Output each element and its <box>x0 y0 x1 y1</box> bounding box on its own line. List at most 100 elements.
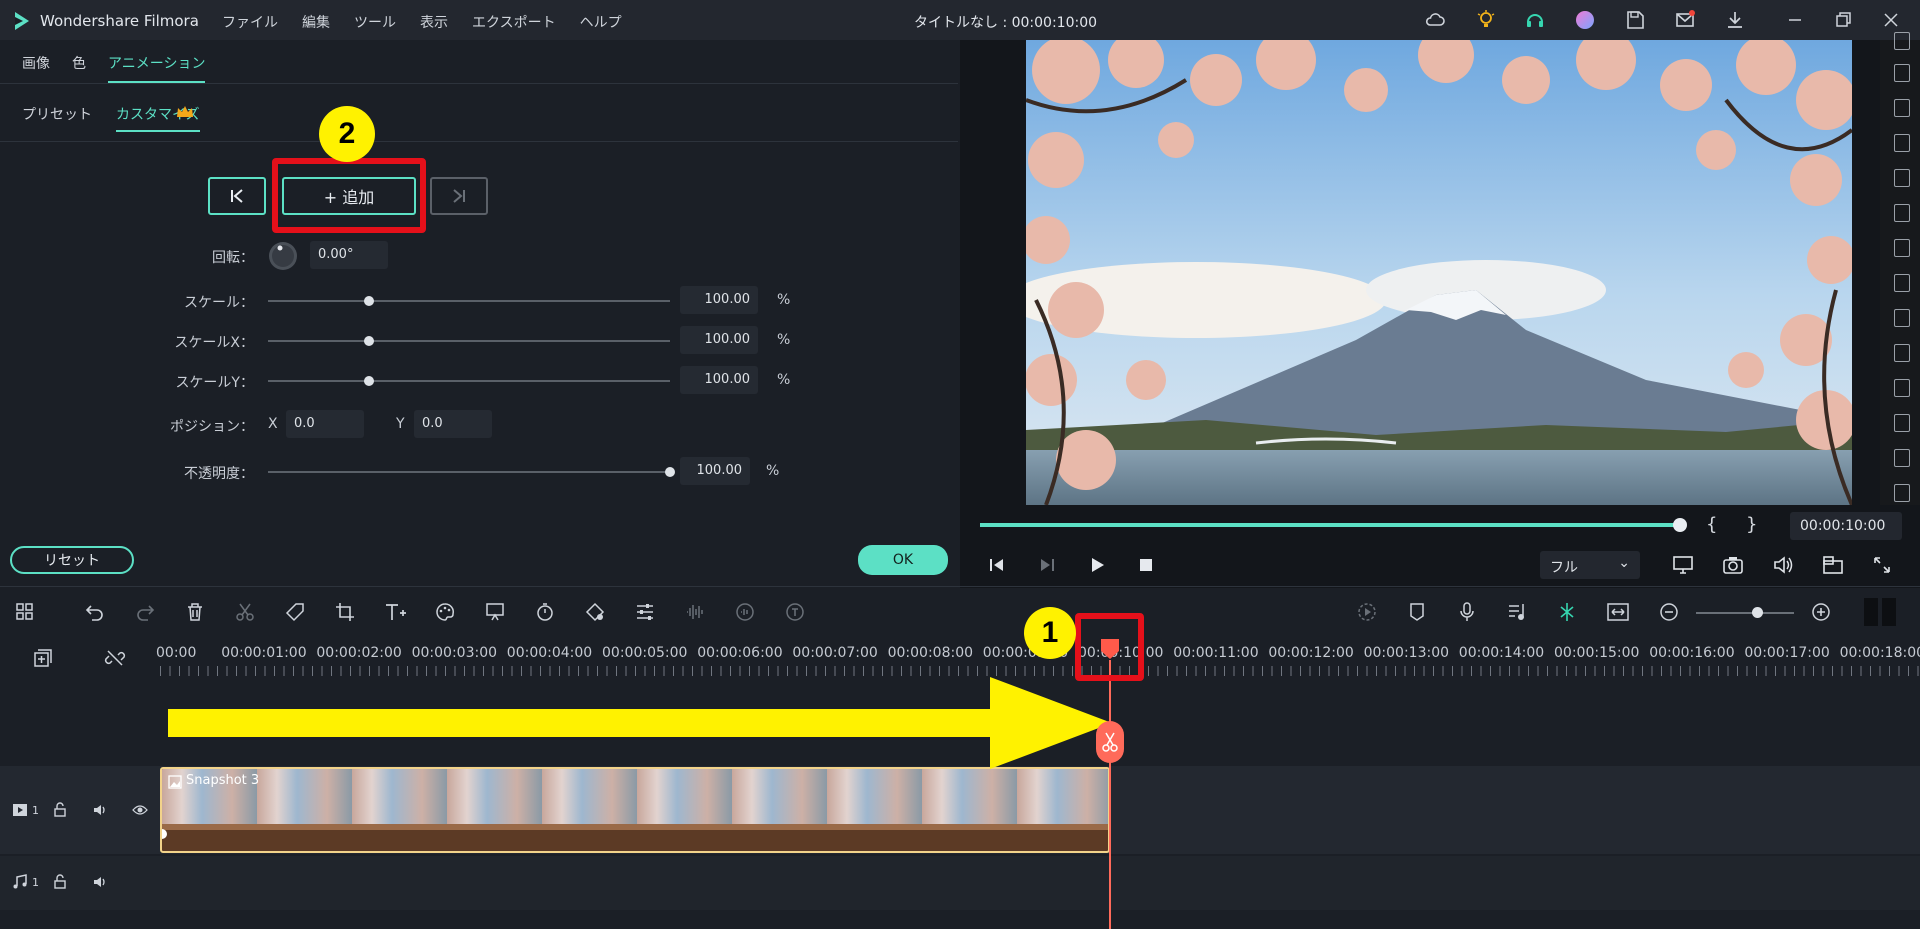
scissors-icon[interactable] <box>1096 721 1124 763</box>
tab-image[interactable]: 画像 <box>22 53 50 83</box>
scale-x-slider-track[interactable] <box>268 340 670 342</box>
lock-icon[interactable] <box>52 802 68 818</box>
snapshot-icon[interactable] <box>1722 555 1744 575</box>
play-icon[interactable] <box>1088 556 1106 574</box>
strip-slot[interactable] <box>1894 414 1910 432</box>
menu-tools[interactable]: ツール <box>354 12 396 32</box>
zoom-slider-track[interactable] <box>1696 612 1794 614</box>
strip-slot[interactable] <box>1894 204 1910 222</box>
volume-icon[interactable] <box>1772 555 1794 575</box>
close-icon[interactable] <box>1880 9 1902 31</box>
tab-animation[interactable]: アニメーション <box>108 53 206 83</box>
video-clip[interactable]: Snapshot 3 <box>160 767 1110 853</box>
tab-preset[interactable]: プリセット <box>22 104 92 132</box>
strip-slot[interactable] <box>1894 449 1910 467</box>
scale-y-slider-track[interactable] <box>268 380 670 382</box>
microphone-icon[interactable] <box>1456 601 1478 623</box>
scale-x-value[interactable]: 100.00 <box>680 326 758 354</box>
step-back-icon[interactable] <box>988 556 1006 574</box>
reset-button[interactable]: リセット <box>10 546 134 574</box>
marker-icon[interactable] <box>1406 601 1428 623</box>
rotation-value[interactable]: 0.00° <box>310 241 388 269</box>
menu-file[interactable]: ファイル <box>222 12 278 32</box>
download-icon[interactable] <box>1724 9 1746 31</box>
strip-slot[interactable] <box>1894 484 1910 502</box>
save-icon[interactable] <box>1624 9 1646 31</box>
speaker-icon[interactable] <box>92 874 108 890</box>
delete-icon[interactable] <box>184 601 206 623</box>
scale-value[interactable]: 100.00 <box>680 286 758 314</box>
undo-icon[interactable] <box>84 601 106 623</box>
audio-waveform-icon[interactable] <box>684 601 706 623</box>
speech-to-text-icon[interactable] <box>784 601 806 623</box>
zoom-slider-thumb[interactable] <box>1752 607 1763 618</box>
tag-icon[interactable] <box>284 601 306 623</box>
strip-slot[interactable] <box>1894 309 1910 327</box>
opacity-value[interactable]: 100.00 <box>680 457 750 485</box>
clip-keyframe-dot[interactable] <box>162 829 167 839</box>
position-y-value[interactable]: 0.0 <box>414 410 492 438</box>
render-icon[interactable] <box>1356 601 1378 623</box>
lightbulb-icon[interactable] <box>1475 9 1497 31</box>
audio-ducking-icon[interactable] <box>734 601 756 623</box>
lock-icon[interactable] <box>52 874 68 890</box>
text-icon[interactable] <box>384 601 408 623</box>
step-forward-icon[interactable] <box>1038 556 1056 574</box>
opacity-slider-thumb[interactable] <box>665 467 675 477</box>
redo-icon[interactable] <box>134 601 156 623</box>
menu-view[interactable]: 表示 <box>420 12 448 32</box>
panel-toggle-icon[interactable] <box>1862 596 1898 628</box>
strip-slot[interactable] <box>1894 99 1910 117</box>
keyframe-icon[interactable] <box>584 601 606 623</box>
restore-icon[interactable] <box>1832 9 1854 31</box>
playback-progress-thumb[interactable] <box>1673 518 1687 532</box>
menu-export[interactable]: エクスポート <box>472 12 556 32</box>
scale-y-slider-thumb[interactable] <box>363 376 374 386</box>
eye-icon[interactable] <box>132 802 148 818</box>
cloud-icon[interactable] <box>1424 9 1446 31</box>
strip-slot[interactable] <box>1894 344 1910 362</box>
rotation-dial[interactable] <box>268 241 298 271</box>
fullscreen-icon[interactable] <box>1872 555 1892 575</box>
ok-button[interactable]: OK <box>858 545 948 575</box>
menu-help[interactable]: ヘルプ <box>580 12 622 32</box>
pip-icon[interactable] <box>1822 555 1844 575</box>
headset-icon[interactable] <box>1524 9 1546 31</box>
speaker-icon[interactable] <box>92 802 108 818</box>
position-x-value[interactable]: 0.0 <box>286 410 364 438</box>
scale-x-slider-thumb[interactable] <box>363 336 374 346</box>
strip-slot[interactable] <box>1894 274 1910 292</box>
stop-icon[interactable] <box>1138 557 1154 573</box>
crop-icon[interactable] <box>334 601 356 623</box>
strip-slot[interactable] <box>1894 239 1910 257</box>
scale-y-value[interactable]: 100.00 <box>680 366 758 394</box>
zoom-out-icon[interactable] <box>1658 601 1680 623</box>
minimize-icon[interactable] <box>1784 9 1806 31</box>
mail-icon[interactable] <box>1674 9 1696 31</box>
color-palette-icon[interactable] <box>434 601 456 623</box>
audio-mix-icon[interactable] <box>1506 601 1528 623</box>
strip-slot[interactable] <box>1894 134 1910 152</box>
mark-in-button[interactable]: { <box>1706 514 1717 535</box>
mark-out-button[interactable]: } <box>1746 514 1757 535</box>
avatar[interactable] <box>1574 9 1596 31</box>
add-track-icon[interactable] <box>32 647 54 669</box>
scale-slider-thumb[interactable] <box>363 296 374 306</box>
scale-slider-track[interactable] <box>268 300 670 302</box>
snap-icon[interactable] <box>1556 601 1578 623</box>
menu-edit[interactable]: 編集 <box>302 12 330 32</box>
split-icon[interactable] <box>234 601 256 623</box>
quality-select[interactable]: フル ⌄ <box>1540 551 1640 579</box>
speed-icon[interactable] <box>534 601 556 623</box>
strip-slot[interactable] <box>1894 379 1910 397</box>
adjust-icon[interactable] <box>634 601 656 623</box>
prev-keyframe-button[interactable] <box>208 177 266 215</box>
strip-slot[interactable] <box>1894 64 1910 82</box>
unlink-icon[interactable] <box>104 647 126 669</box>
zoom-in-icon[interactable] <box>1810 601 1832 623</box>
strip-slot[interactable] <box>1894 32 1910 50</box>
layout-icon[interactable] <box>14 601 36 623</box>
monitor-icon[interactable] <box>1672 555 1694 575</box>
fit-timeline-icon[interactable] <box>1606 601 1630 623</box>
green-screen-icon[interactable] <box>484 601 506 623</box>
